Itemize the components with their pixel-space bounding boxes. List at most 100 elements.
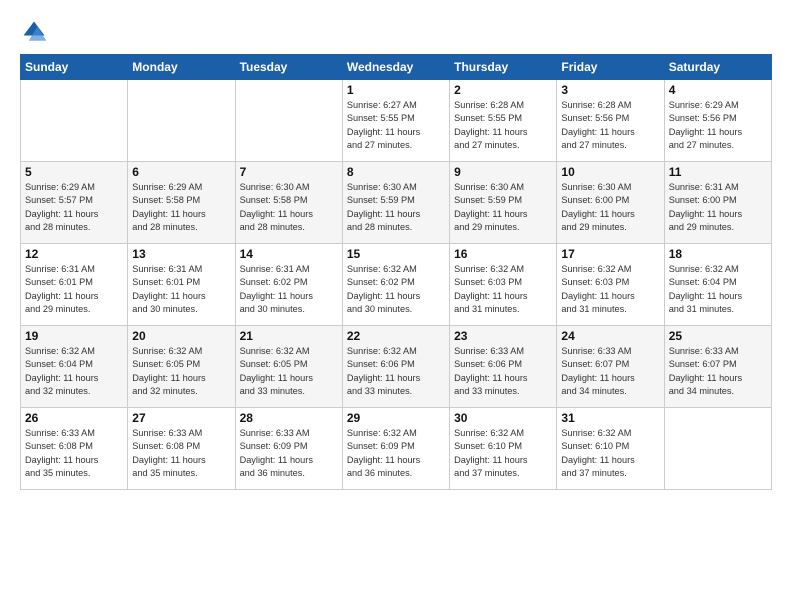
calendar-cell (664, 408, 771, 490)
calendar-cell: 10 Sunrise: 6:30 AM Sunset: 6:00 PM Dayli… (557, 162, 664, 244)
header (20, 18, 772, 46)
day-info: Sunrise: 6:29 AM Sunset: 5:56 PM Dayligh… (669, 99, 767, 152)
day-number: 29 (347, 411, 445, 425)
day-number: 6 (132, 165, 230, 179)
calendar-cell: 29 Sunrise: 6:32 AM Sunset: 6:09 PM Dayli… (342, 408, 449, 490)
calendar-cell: 3 Sunrise: 6:28 AM Sunset: 5:56 PM Daylig… (557, 80, 664, 162)
calendar-cell: 4 Sunrise: 6:29 AM Sunset: 5:56 PM Daylig… (664, 80, 771, 162)
day-number: 18 (669, 247, 767, 261)
calendar-cell (235, 80, 342, 162)
day-number: 30 (454, 411, 552, 425)
day-info: Sunrise: 6:32 AM Sunset: 6:09 PM Dayligh… (347, 427, 445, 480)
day-number: 14 (240, 247, 338, 261)
calendar-cell: 24 Sunrise: 6:33 AM Sunset: 6:07 PM Dayli… (557, 326, 664, 408)
day-number: 3 (561, 83, 659, 97)
day-info: Sunrise: 6:30 AM Sunset: 5:59 PM Dayligh… (347, 181, 445, 234)
calendar-cell: 23Sunrise: 6:33 AM Sunset: 6:06 PM Dayli… (450, 326, 557, 408)
calendar-cell: 18 Sunrise: 6:32 AM Sunset: 6:04 PM Dayli… (664, 244, 771, 326)
weekday-header: Saturday (664, 55, 771, 80)
calendar-cell: 11Sunrise: 6:31 AM Sunset: 6:00 PM Dayli… (664, 162, 771, 244)
day-info: Sunrise: 6:33 AM Sunset: 6:06 PM Dayligh… (454, 345, 552, 398)
day-number: 16 (454, 247, 552, 261)
day-info: Sunrise: 6:32 AM Sunset: 6:03 PM Dayligh… (454, 263, 552, 316)
day-info: Sunrise: 6:33 AM Sunset: 6:09 PM Dayligh… (240, 427, 338, 480)
page: SundayMondayTuesdayWednesdayThursdayFrid… (0, 0, 792, 500)
calendar-cell: 6 Sunrise: 6:29 AM Sunset: 5:58 PM Daylig… (128, 162, 235, 244)
calendar-cell: 17 Sunrise: 6:32 AM Sunset: 6:03 PM Dayli… (557, 244, 664, 326)
day-number: 13 (132, 247, 230, 261)
calendar-week-row: 19 Sunrise: 6:32 AM Sunset: 6:04 PM Dayli… (21, 326, 772, 408)
day-number: 25 (669, 329, 767, 343)
day-info: Sunrise: 6:33 AM Sunset: 6:08 PM Dayligh… (132, 427, 230, 480)
day-number: 12 (25, 247, 123, 261)
calendar-cell: 22Sunrise: 6:32 AM Sunset: 6:06 PM Dayli… (342, 326, 449, 408)
day-info: Sunrise: 6:32 AM Sunset: 6:10 PM Dayligh… (561, 427, 659, 480)
day-number: 5 (25, 165, 123, 179)
calendar-cell: 1Sunrise: 6:27 AM Sunset: 5:55 PM Daylig… (342, 80, 449, 162)
day-info: Sunrise: 6:32 AM Sunset: 6:02 PM Dayligh… (347, 263, 445, 316)
day-info: Sunrise: 6:29 AM Sunset: 5:57 PM Dayligh… (25, 181, 123, 234)
day-info: Sunrise: 6:33 AM Sunset: 6:08 PM Dayligh… (25, 427, 123, 480)
day-info: Sunrise: 6:32 AM Sunset: 6:05 PM Dayligh… (132, 345, 230, 398)
calendar-cell: 8 Sunrise: 6:30 AM Sunset: 5:59 PM Daylig… (342, 162, 449, 244)
calendar-cell: 2 Sunrise: 6:28 AM Sunset: 5:55 PM Daylig… (450, 80, 557, 162)
day-number: 31 (561, 411, 659, 425)
calendar-cell: 27 Sunrise: 6:33 AM Sunset: 6:08 PM Dayli… (128, 408, 235, 490)
day-number: 2 (454, 83, 552, 97)
day-number: 17 (561, 247, 659, 261)
calendar-week-row: 12 Sunrise: 6:31 AM Sunset: 6:01 PM Dayli… (21, 244, 772, 326)
day-info: Sunrise: 6:28 AM Sunset: 5:55 PM Dayligh… (454, 99, 552, 152)
calendar-header-row: SundayMondayTuesdayWednesdayThursdayFrid… (21, 55, 772, 80)
day-info: Sunrise: 6:32 AM Sunset: 6:04 PM Dayligh… (669, 263, 767, 316)
day-number: 28 (240, 411, 338, 425)
day-info: Sunrise: 6:31 AM Sunset: 6:02 PM Dayligh… (240, 263, 338, 316)
day-number: 26 (25, 411, 123, 425)
calendar-cell (128, 80, 235, 162)
day-number: 24 (561, 329, 659, 343)
calendar-cell: 30Sunrise: 6:32 AM Sunset: 6:10 PM Dayli… (450, 408, 557, 490)
day-info: Sunrise: 6:30 AM Sunset: 6:00 PM Dayligh… (561, 181, 659, 234)
day-number: 1 (347, 83, 445, 97)
calendar-cell: 15Sunrise: 6:32 AM Sunset: 6:02 PM Dayli… (342, 244, 449, 326)
day-info: Sunrise: 6:30 AM Sunset: 5:59 PM Dayligh… (454, 181, 552, 234)
calendar-cell (21, 80, 128, 162)
day-info: Sunrise: 6:32 AM Sunset: 6:04 PM Dayligh… (25, 345, 123, 398)
calendar-cell: 25Sunrise: 6:33 AM Sunset: 6:07 PM Dayli… (664, 326, 771, 408)
day-info: Sunrise: 6:32 AM Sunset: 6:03 PM Dayligh… (561, 263, 659, 316)
calendar-cell: 21 Sunrise: 6:32 AM Sunset: 6:05 PM Dayli… (235, 326, 342, 408)
weekday-header: Wednesday (342, 55, 449, 80)
day-number: 20 (132, 329, 230, 343)
calendar-week-row: 5 Sunrise: 6:29 AM Sunset: 5:57 PM Daylig… (21, 162, 772, 244)
calendar-cell: 5 Sunrise: 6:29 AM Sunset: 5:57 PM Daylig… (21, 162, 128, 244)
weekday-header: Sunday (21, 55, 128, 80)
calendar-week-row: 26 Sunrise: 6:33 AM Sunset: 6:08 PM Dayli… (21, 408, 772, 490)
day-info: Sunrise: 6:29 AM Sunset: 5:58 PM Dayligh… (132, 181, 230, 234)
day-number: 9 (454, 165, 552, 179)
calendar-table: SundayMondayTuesdayWednesdayThursdayFrid… (20, 54, 772, 490)
day-info: Sunrise: 6:30 AM Sunset: 5:58 PM Dayligh… (240, 181, 338, 234)
day-number: 4 (669, 83, 767, 97)
day-number: 22 (347, 329, 445, 343)
day-info: Sunrise: 6:31 AM Sunset: 6:00 PM Dayligh… (669, 181, 767, 234)
day-info: Sunrise: 6:33 AM Sunset: 6:07 PM Dayligh… (561, 345, 659, 398)
calendar-cell: 7 Sunrise: 6:30 AM Sunset: 5:58 PM Daylig… (235, 162, 342, 244)
calendar-cell: 12Sunrise: 6:31 AM Sunset: 6:01 PM Dayli… (21, 244, 128, 326)
day-number: 19 (25, 329, 123, 343)
day-info: Sunrise: 6:31 AM Sunset: 6:01 PM Dayligh… (132, 263, 230, 316)
calendar-cell: 20 Sunrise: 6:32 AM Sunset: 6:05 PM Dayli… (128, 326, 235, 408)
day-number: 27 (132, 411, 230, 425)
weekday-header: Friday (557, 55, 664, 80)
day-number: 8 (347, 165, 445, 179)
calendar-cell: 9 Sunrise: 6:30 AM Sunset: 5:59 PM Daylig… (450, 162, 557, 244)
day-number: 7 (240, 165, 338, 179)
day-number: 21 (240, 329, 338, 343)
calendar-cell: 28 Sunrise: 6:33 AM Sunset: 6:09 PM Dayli… (235, 408, 342, 490)
calendar-cell: 14 Sunrise: 6:31 AM Sunset: 6:02 PM Dayli… (235, 244, 342, 326)
day-info: Sunrise: 6:32 AM Sunset: 6:05 PM Dayligh… (240, 345, 338, 398)
logo (20, 18, 52, 46)
calendar-cell: 13 Sunrise: 6:31 AM Sunset: 6:01 PM Dayli… (128, 244, 235, 326)
day-number: 10 (561, 165, 659, 179)
day-info: Sunrise: 6:28 AM Sunset: 5:56 PM Dayligh… (561, 99, 659, 152)
weekday-header: Tuesday (235, 55, 342, 80)
weekday-header: Monday (128, 55, 235, 80)
